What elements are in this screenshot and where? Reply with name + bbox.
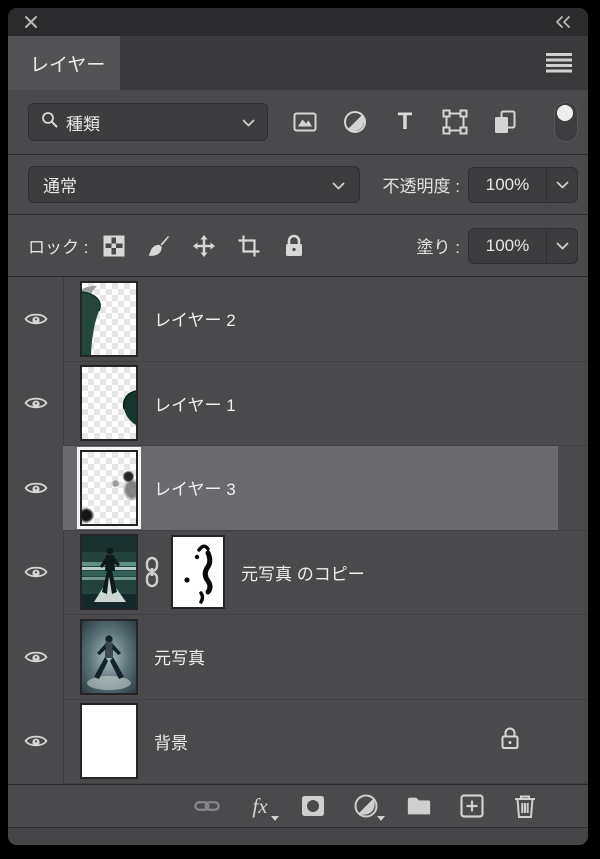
fx-label: fx	[252, 794, 267, 819]
new-adjustment-layer-icon[interactable]	[353, 793, 379, 819]
layer-name: レイヤー 2	[154, 306, 236, 331]
scrollbar-gutter	[558, 362, 588, 447]
scrollbar-gutter	[558, 615, 588, 700]
filter-shape-layers-icon[interactable]	[442, 109, 468, 135]
toggle-knob	[557, 105, 573, 121]
new-layer-icon[interactable]	[459, 793, 485, 819]
layer-effects-fx-icon[interactable]: fx	[247, 793, 273, 819]
layer-thumbnail-white[interactable]	[80, 703, 138, 779]
lock-label: ロック :	[28, 233, 88, 258]
scrollbar-gutter	[558, 277, 588, 362]
mask-link-icon[interactable]	[143, 556, 161, 588]
lock-all-icon[interactable]	[282, 234, 306, 258]
filtering-toggle-switch[interactable]	[554, 102, 578, 142]
panel-menu-icon[interactable]	[546, 53, 572, 78]
layer-row-layer1[interactable]: レイヤー 1	[8, 362, 588, 447]
scrollbar-gutter	[558, 531, 588, 616]
filter-adjustment-layers-icon[interactable]	[342, 109, 368, 135]
lock-position-icon[interactable]	[192, 234, 216, 258]
tab-layers[interactable]: レイヤー	[8, 36, 120, 90]
scrollbar-gutter	[558, 700, 588, 785]
blend-mode-dropdown[interactable]: 通常	[28, 166, 360, 203]
layer-name: 元写真 のコピー	[241, 560, 365, 585]
fill-dropdown-button[interactable]	[546, 229, 577, 263]
layer-row-layer2[interactable]: レイヤー 2	[8, 277, 588, 362]
visibility-eye-icon[interactable]	[8, 277, 63, 362]
layer-mask-thumbnail[interactable]	[171, 535, 225, 609]
delete-layer-trash-icon[interactable]	[512, 793, 538, 819]
fill-input[interactable]: 100%	[468, 228, 578, 264]
blend-mode-value: 通常	[43, 172, 77, 197]
filter-pixel-layers-icon[interactable]	[292, 109, 318, 135]
tab-layers-label: レイヤー	[30, 50, 105, 77]
visibility-eye-icon[interactable]	[8, 531, 63, 616]
lock-pixels-brush-icon[interactable]	[147, 234, 171, 258]
chevron-down-icon	[332, 175, 345, 195]
collapse-panel-icon[interactable]	[554, 16, 572, 28]
link-layers-icon[interactable]	[194, 793, 220, 819]
layer-name: 背景	[154, 729, 188, 754]
blend-row: 通常 不透明度 : 100%	[8, 155, 588, 215]
layer-list: レイヤー 2 レイヤー 1	[8, 277, 588, 784]
layer-name: 元写真	[154, 644, 205, 669]
opacity-dropdown-button[interactable]	[546, 168, 577, 202]
fill-label: 塗り :	[417, 233, 460, 258]
fill-value: 100%	[469, 236, 546, 256]
filter-kind-dropdown[interactable]: 種類	[28, 103, 268, 141]
filter-type-layers-icon[interactable]: T	[392, 109, 418, 135]
chevron-down-icon	[242, 112, 255, 132]
lock-buttons	[102, 234, 306, 258]
layer-row-background[interactable]: 背景	[8, 700, 588, 785]
filter-kind-label: 種類	[66, 110, 100, 135]
thumbnail-paint-smudges	[82, 452, 136, 524]
layer-thumbnail-photo[interactable]	[80, 619, 138, 695]
filter-row: 種類 T	[8, 90, 588, 155]
tab-bar: レイヤー	[8, 36, 588, 90]
panel-titlebar	[8, 8, 588, 36]
layer-thumbnail-selected[interactable]	[80, 450, 138, 526]
layer-thumbnail[interactable]	[80, 281, 138, 357]
photoshop-layers-panel-screen: レイヤー 種類 T	[0, 0, 600, 859]
layer-thumbnail[interactable]	[80, 365, 138, 441]
layer-thumbnail-photo[interactable]	[80, 534, 138, 610]
caret-down-icon	[271, 816, 279, 821]
search-icon	[41, 111, 58, 133]
layer-name: レイヤー 3	[154, 475, 236, 500]
layer-name: レイヤー 1	[154, 391, 236, 416]
layer-row-layer3-selected[interactable]: レイヤー 3	[8, 446, 588, 531]
bottom-toolbar: fx	[8, 784, 588, 827]
filter-smart-objects-icon[interactable]	[492, 109, 518, 135]
visibility-eye-icon[interactable]	[8, 362, 63, 447]
caret-down-icon	[377, 816, 385, 821]
add-layer-mask-icon[interactable]	[300, 793, 326, 819]
opacity-value: 100%	[469, 175, 546, 195]
visibility-eye-icon[interactable]	[8, 446, 63, 531]
visibility-eye-icon[interactable]	[8, 615, 63, 700]
layer-row-photo-copy[interactable]: 元写真 のコピー	[8, 531, 588, 616]
layers-panel: レイヤー 種類 T	[8, 8, 588, 845]
new-group-folder-icon[interactable]	[406, 793, 432, 819]
visibility-eye-icon[interactable]	[8, 700, 63, 785]
layer-row-photo[interactable]: 元写真	[8, 615, 588, 700]
lock-row: ロック : 塗り : 100%	[8, 215, 588, 277]
background-lock-icon[interactable]	[500, 727, 520, 756]
scrollbar-gutter	[558, 446, 588, 531]
filter-type-buttons: T	[292, 102, 578, 142]
lock-transparency-icon[interactable]	[102, 234, 126, 258]
opacity-label: 不透明度 :	[383, 172, 460, 197]
close-icon[interactable]	[24, 15, 38, 29]
opacity-input[interactable]: 100%	[468, 167, 578, 203]
lock-artboard-icon[interactable]	[237, 234, 261, 258]
panel-footer-strip	[8, 827, 588, 845]
